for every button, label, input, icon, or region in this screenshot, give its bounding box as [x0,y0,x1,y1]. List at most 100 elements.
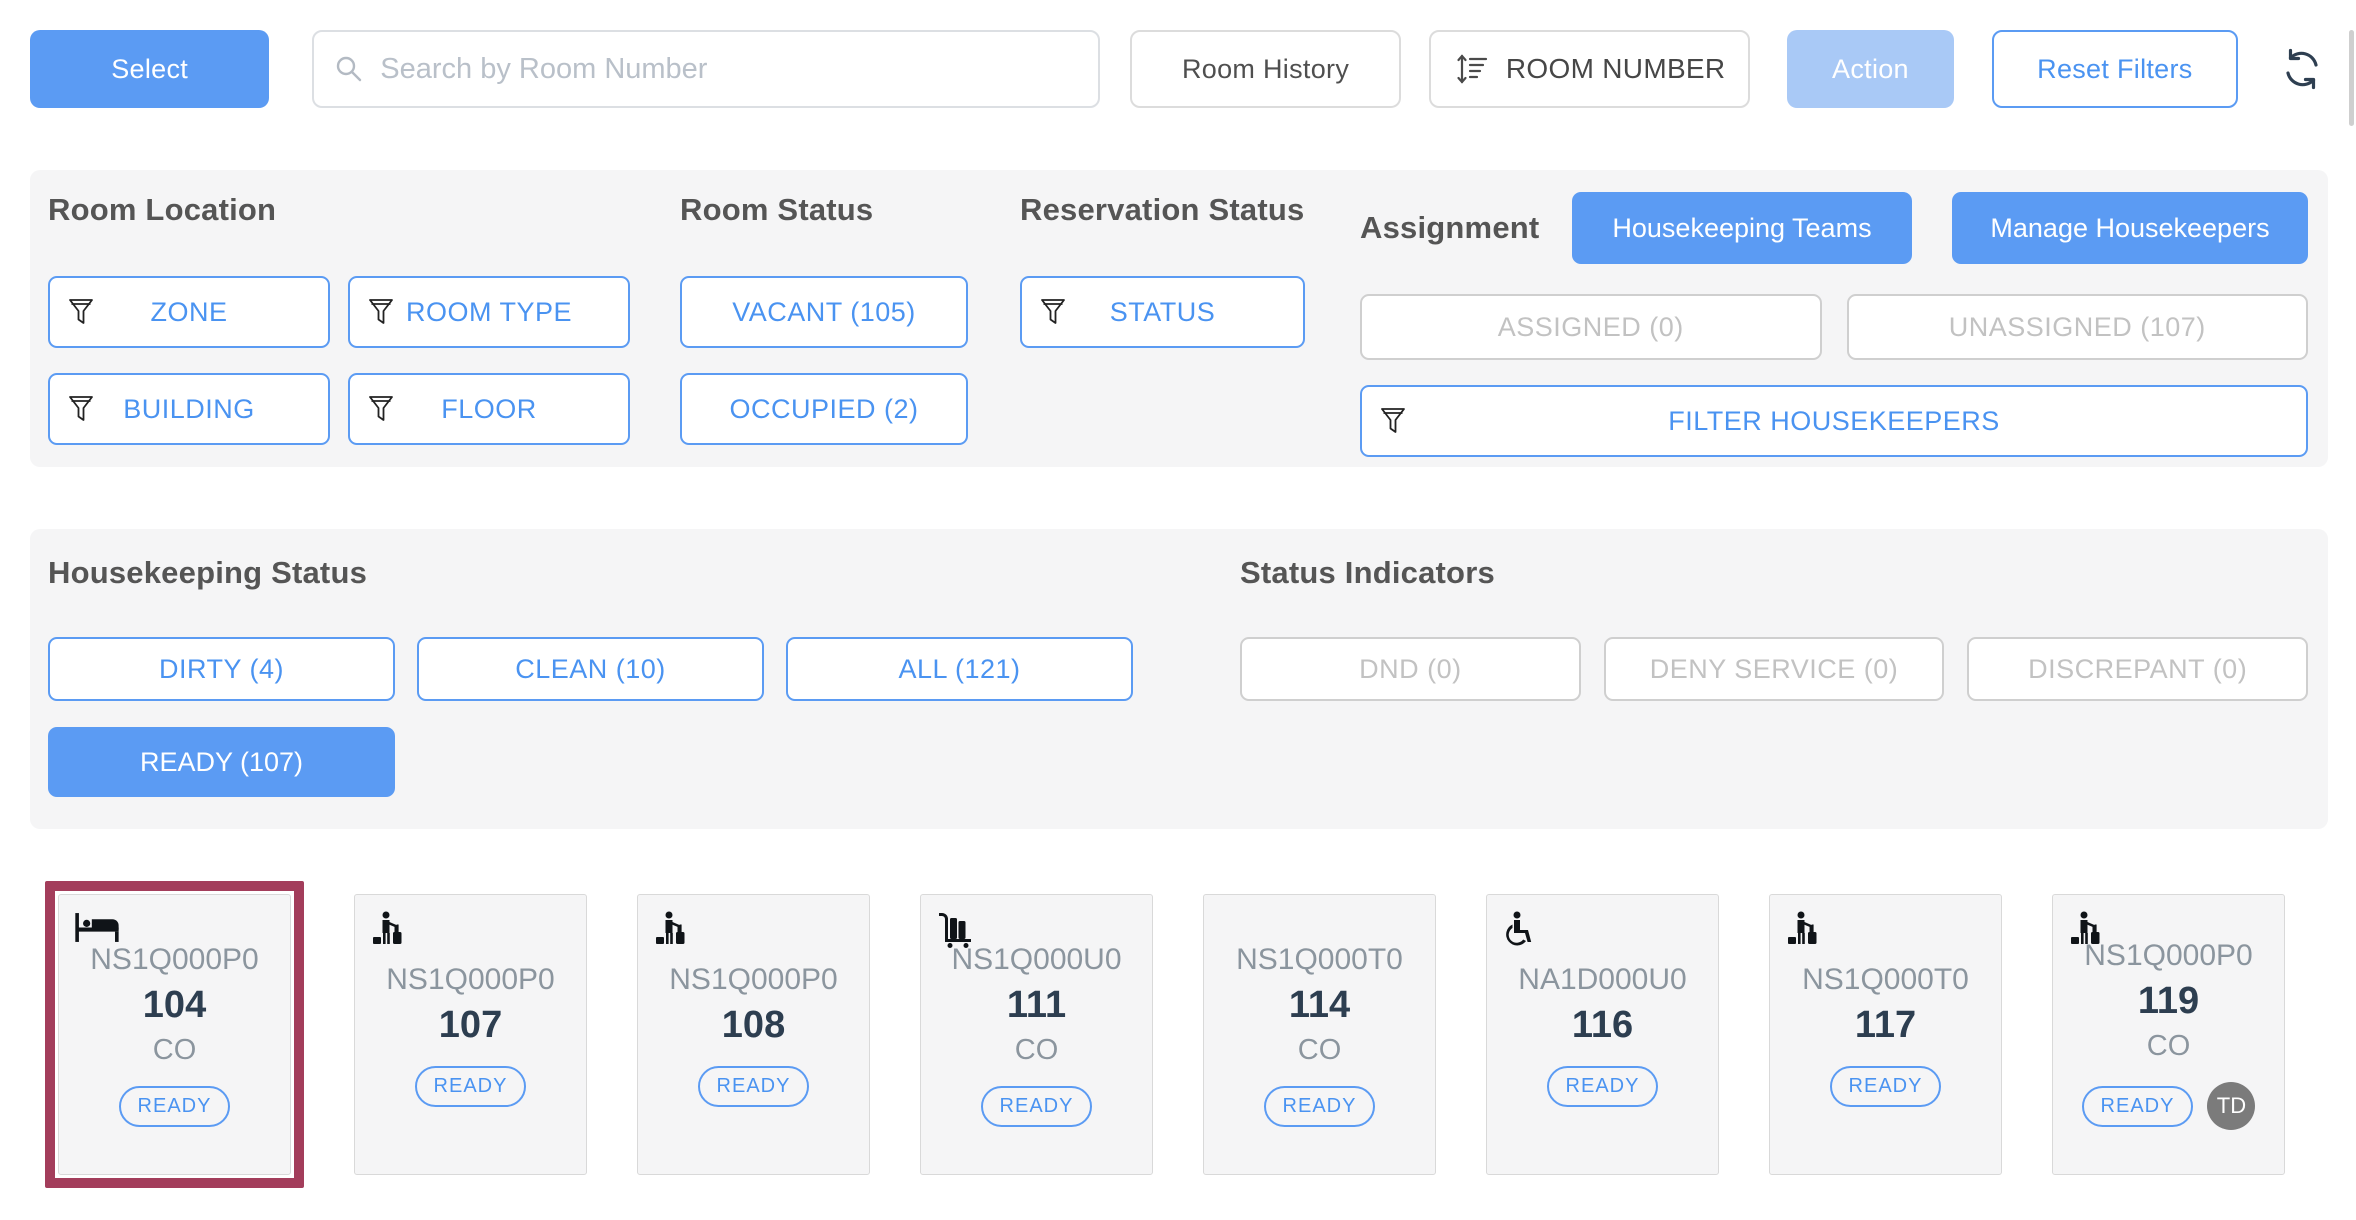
porter-icon [1786,911,1820,954]
room-location-title: Room Location [48,192,630,228]
toolbar: Select Room History ROOM NUMBER Action R… [30,30,2326,108]
deny-service-filter-button[interactable]: DENY SERVICE (0) [1604,637,1945,701]
discrepant-filter-button[interactable]: DISCREPANT (0) [1967,637,2308,701]
dirty-filter-button[interactable]: DIRTY (4) [48,637,395,701]
porter-icon [654,911,688,954]
housekeeping-status-title: Housekeeping Status [48,555,1138,591]
occupied-filter-button[interactable]: OCCUPIED (2) [680,373,968,445]
zone-filter-button[interactable]: ZONE [48,276,330,348]
bed-icon [75,911,121,949]
room-number: 117 [1855,1004,1916,1047]
clean-filter-button[interactable]: CLEAN (10) [417,637,764,701]
room-number: 107 [439,1004,502,1047]
assignment-section: Assignment Housekeeping Teams Manage Hou… [1360,192,2308,457]
room-type-label: NS1Q000P0 [2084,939,2252,973]
luggage-cart-icon [937,911,975,954]
reservation-status-label: CO [1298,1034,1342,1067]
reservation-status-label: CO [153,1034,197,1067]
reservation-status-section: Reservation Status STATUS [1020,192,1305,457]
ready-status-badge: READY [698,1066,810,1107]
room-history-button[interactable]: Room History [1130,30,1401,108]
reservation-status-filter-label: STATUS [1110,297,1216,328]
room-card[interactable]: NS1Q000P0 104 CO READY [58,894,291,1175]
funnel-icon [368,395,394,423]
room-number: 111 [1007,984,1066,1027]
funnel-icon [68,395,94,423]
assigned-filter-button[interactable]: ASSIGNED (0) [1360,294,1822,360]
room-card[interactable]: NA1D000U0 116 READY [1486,894,1719,1175]
ready-status-badge: READY [981,1086,1093,1127]
scrollbar-thumb[interactable] [2349,30,2354,126]
status-indicators-title: Status Indicators [1240,555,2308,591]
zone-filter-label: ZONE [150,297,227,328]
reservation-status-filter-button[interactable]: STATUS [1020,276,1305,348]
room-type-filter-label: ROOM TYPE [406,297,572,328]
room-type-label: NS1Q000P0 [669,963,837,997]
room-number: 108 [722,1004,785,1047]
building-filter-label: BUILDING [123,394,255,425]
room-type-label: NA1D000U0 [1518,963,1686,997]
reset-filters-button[interactable]: Reset Filters [1992,30,2238,108]
room-card[interactable]: NS1Q000P0 119 CO READY TD [2052,894,2285,1175]
all-filter-button[interactable]: ALL (121) [786,637,1133,701]
room-number: 119 [2138,980,2199,1023]
status-panel: Housekeeping Status DIRTY (4) CLEAN (10)… [30,529,2328,829]
select-button[interactable]: Select [30,30,269,108]
ready-status-badge: READY [119,1086,231,1127]
housekeeping-status-section: Housekeeping Status DIRTY (4) CLEAN (10)… [48,555,1138,797]
funnel-icon [368,298,394,326]
filter-housekeepers-label: FILTER HOUSEKEEPERS [1668,406,2000,437]
ready-status-badge: READY [1547,1066,1659,1107]
assignee-avatar: TD [2207,1082,2255,1130]
ready-status-badge: READY [1830,1066,1942,1107]
room-cards-row: NS1Q000P0 104 CO READY NS1Q000P0 107 REA… [45,881,2326,1188]
room-card[interactable]: NS1Q000U0 111 CO READY [920,894,1153,1175]
room-type-label: NS1Q000P0 [386,963,554,997]
sort-label: ROOM NUMBER [1506,53,1726,85]
room-card[interactable]: NS1Q000T0 114 CO READY [1203,894,1436,1175]
room-status-section: Room Status VACANT (105) OCCUPIED (2) [680,192,968,457]
building-filter-button[interactable]: BUILDING [48,373,330,445]
action-button[interactable]: Action [1787,30,1954,108]
room-card[interactable]: NS1Q000P0 107 READY [354,894,587,1175]
ready-status-badge: READY [1264,1086,1376,1127]
manage-housekeepers-button[interactable]: Manage Housekeepers [1952,192,2308,264]
floor-filter-button[interactable]: FLOOR [348,373,630,445]
dnd-filter-button[interactable]: DND (0) [1240,637,1581,701]
assignment-title: Assignment [1360,210,1572,246]
funnel-icon [68,298,94,326]
status-indicators-section: Status Indicators DND (0) DENY SERVICE (… [1240,555,2308,797]
sort-amount-icon [1454,51,1490,87]
room-type-filter-button[interactable]: ROOM TYPE [348,276,630,348]
ready-status-badge: READY [2082,1086,2194,1127]
porter-icon [371,911,405,954]
room-type-label: NS1Q000T0 [1236,943,1403,977]
search-icon [334,54,364,84]
room-number: 114 [1289,984,1350,1027]
reservation-status-title: Reservation Status [1020,192,1305,228]
room-number: 116 [1572,1004,1633,1047]
room-card[interactable]: NS1Q000T0 117 READY [1769,894,2002,1175]
wheelchair-icon [1503,911,1535,954]
room-type-label: NS1Q000U0 [951,943,1121,977]
sort-button[interactable]: ROOM NUMBER [1429,30,1750,108]
reservation-status-label: CO [1015,1034,1059,1067]
filters-panel: Room Location ZONE ROOM TYPE BUILDING [30,170,2328,467]
funnel-icon [1380,407,1406,435]
room-card[interactable]: NS1Q000P0 108 READY [637,894,870,1175]
unassigned-filter-button[interactable]: UNASSIGNED (107) [1847,294,2309,360]
funnel-icon [1040,298,1066,326]
search-input[interactable] [378,52,1078,87]
floor-filter-label: FLOOR [441,394,537,425]
room-status-title: Room Status [680,192,968,228]
room-location-section: Room Location ZONE ROOM TYPE BUILDING [48,192,630,457]
ready-filter-button[interactable]: READY (107) [48,727,395,797]
ready-status-badge: READY [415,1066,527,1107]
vacant-filter-button[interactable]: VACANT (105) [680,276,968,348]
housekeeping-teams-button[interactable]: Housekeeping Teams [1572,192,1912,264]
refresh-button[interactable] [2278,45,2326,93]
filter-housekeepers-button[interactable]: FILTER HOUSEKEEPERS [1360,385,2308,457]
reservation-status-label: CO [2147,1030,2191,1063]
porter-icon [2069,911,2103,954]
search-box[interactable] [312,30,1100,108]
